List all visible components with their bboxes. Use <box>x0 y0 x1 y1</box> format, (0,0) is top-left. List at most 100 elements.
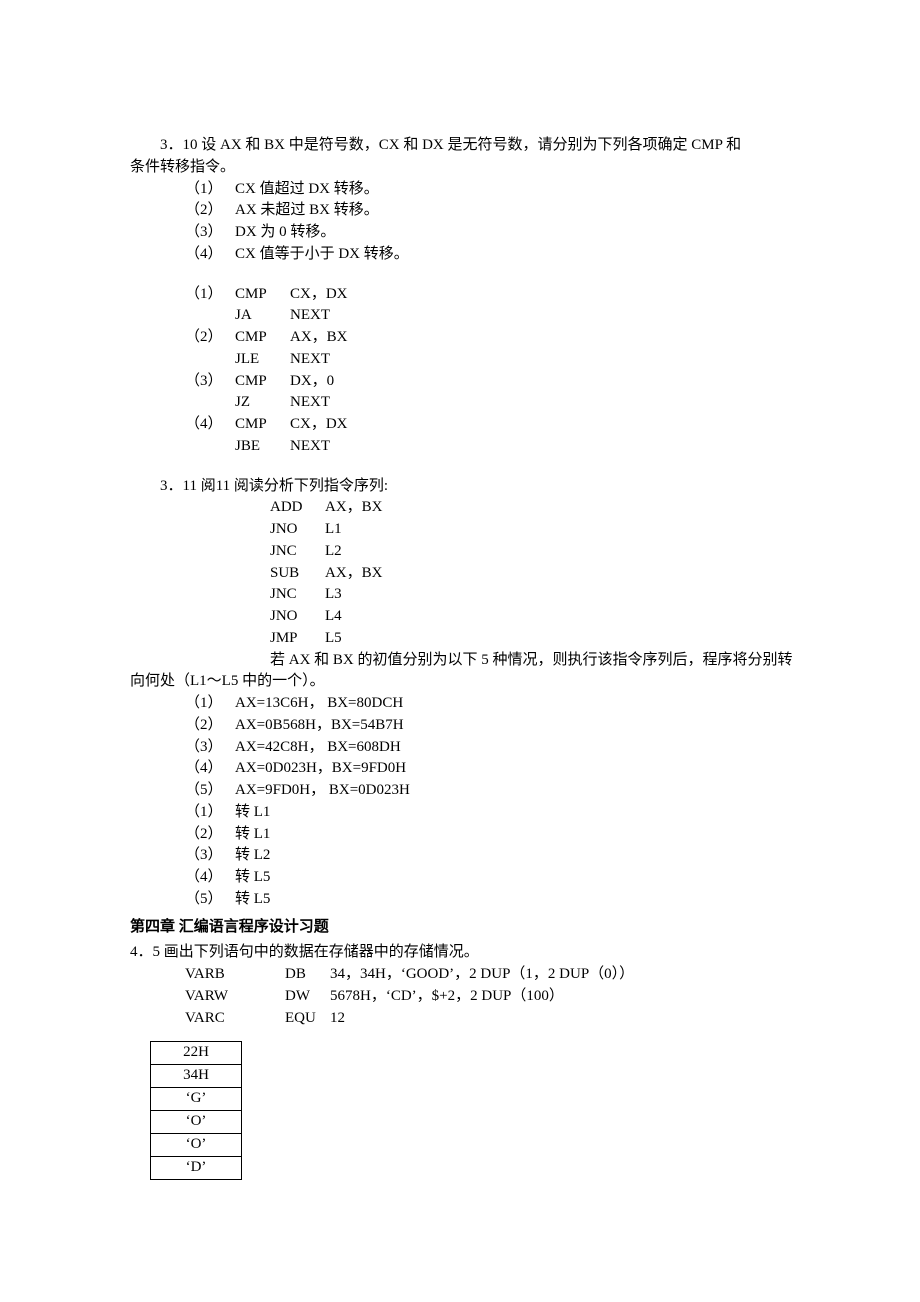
q311-case-5: （5）AX=9FD0H， BX=0D023H <box>90 780 830 802</box>
asm-op: CMP <box>235 284 290 306</box>
decl-args: 12 <box>330 1010 345 1026</box>
asm-arg: AX，BX <box>290 329 348 345</box>
q45-decl-3: VARCEQU12 <box>90 1008 830 1030</box>
q311-heading: 3．11 阅11 阅读分析下列指令序列: <box>90 476 830 498</box>
asm-arg: NEXT <box>290 307 330 323</box>
q310-answer-2-line2: JLENEXT <box>90 349 830 371</box>
q311-case-3: （3）AX=42C8H， BX=608DH <box>90 737 830 759</box>
q45-heading: 4．5 画出下列语句中的数据在存储器中的存储情况。 <box>130 942 830 964</box>
var-name: VARB <box>185 964 285 986</box>
asm-line: JNCL2 <box>90 541 830 563</box>
q310-answer-4-line1: （4）CMPCX，DX <box>90 414 830 436</box>
memory-table: 22H 34H ‘G’ ‘O’ ‘O’ ‘D’ <box>150 1041 242 1180</box>
q310-answer-3-line2: JZNEXT <box>90 392 830 414</box>
asm-arg: L4 <box>325 608 342 624</box>
asm-op: JA <box>235 305 290 327</box>
q311-result-1: （1）转 L1 <box>90 802 830 824</box>
directive: EQU <box>285 1008 330 1030</box>
answer-number: （2） <box>185 327 235 349</box>
item-number: （1） <box>185 179 235 201</box>
asm-arg: NEXT <box>290 394 330 410</box>
chapter4-title: 第四章 汇编语言程序设计习题 <box>130 917 830 939</box>
asm-op: JNO <box>270 606 325 628</box>
q311-result-4: （4）转 L5 <box>90 867 830 889</box>
q310-item-4: （4）CX 值等于小于 DX 转移。 <box>90 244 830 266</box>
q310-prompt-line2: 条件转移指令。 <box>90 157 830 179</box>
item-text: CX 值等于小于 DX 转移。 <box>235 246 409 262</box>
asm-line: JNOL1 <box>90 519 830 541</box>
q311-case-4: （4）AX=0D023H，BX=9FD0H <box>90 758 830 780</box>
asm-op: JNO <box>270 519 325 541</box>
mem-cell: ‘O’ <box>151 1111 242 1134</box>
asm-op: CMP <box>235 371 290 393</box>
answer-number: （4） <box>185 414 235 436</box>
asm-arg: CX，DX <box>290 286 348 302</box>
decl-args: 5678H，‘CD’，$+2，2 DUP（100） <box>330 988 564 1004</box>
q310-answer-2-line1: （2）CMPAX，BX <box>90 327 830 349</box>
mem-cell: 22H <box>151 1042 242 1065</box>
decl-args: 34，34H，‘GOOD’，2 DUP（1，2 DUP（0）） <box>330 966 634 982</box>
item-text: AX=13C6H， BX=80DCH <box>235 695 403 711</box>
item-number: （2） <box>185 824 235 846</box>
asm-line: JMPL5 <box>90 628 830 650</box>
asm-line: JNCL3 <box>90 584 830 606</box>
asm-op: SUB <box>270 563 325 585</box>
mem-cell: 34H <box>151 1065 242 1088</box>
mem-cell: ‘D’ <box>151 1157 242 1180</box>
item-number: （1） <box>185 693 235 715</box>
asm-arg: CX，DX <box>290 416 348 432</box>
directive: DW <box>285 986 330 1008</box>
q311-case-1: （1）AX=13C6H， BX=80DCH <box>90 693 830 715</box>
asm-line: ADDAX，BX <box>90 497 830 519</box>
q45-decl-1: VARBDB34，34H，‘GOOD’，2 DUP（1，2 DUP（0）） <box>90 964 830 986</box>
item-text: 转 L5 <box>235 869 270 885</box>
asm-arg: DX，0 <box>290 373 334 389</box>
asm-arg: AX，BX <box>325 499 383 515</box>
item-number: （5） <box>185 780 235 802</box>
q311-case-2: （2）AX=0B568H，BX=54B7H <box>90 715 830 737</box>
asm-op: JNC <box>270 584 325 606</box>
item-number: （5） <box>185 889 235 911</box>
asm-line: JNOL4 <box>90 606 830 628</box>
asm-arg: L1 <box>325 521 342 537</box>
q311-result-2: （2）转 L1 <box>90 824 830 846</box>
item-number: （1） <box>185 802 235 824</box>
q310-answer-1-line2: JANEXT <box>90 305 830 327</box>
item-text: DX 为 0 转移。 <box>235 224 335 240</box>
directive: DB <box>285 964 330 986</box>
item-text: AX=0D023H，BX=9FD0H <box>235 760 406 776</box>
asm-line: SUBAX，BX <box>90 563 830 585</box>
asm-op: JZ <box>235 392 290 414</box>
var-name: VARW <box>185 986 285 1008</box>
q310-item-1: （1）CX 值超过 DX 转移。 <box>90 179 830 201</box>
item-number: （3） <box>185 222 235 244</box>
q311-result-5: （5）转 L5 <box>90 889 830 911</box>
item-text: AX=9FD0H， BX=0D023H <box>235 782 410 798</box>
item-number: （4） <box>185 244 235 266</box>
asm-arg: AX，BX <box>325 565 383 581</box>
q311-mid-line2: 向何处（L1～L5 中的一个）。 <box>90 671 830 693</box>
item-text: AX=42C8H， BX=608DH <box>235 739 401 755</box>
item-number: （4） <box>185 758 235 780</box>
asm-op: JLE <box>235 349 290 371</box>
q45-decl-2: VARWDW5678H，‘CD’，$+2，2 DUP（100） <box>90 986 830 1008</box>
item-number: （4） <box>185 867 235 889</box>
q310-answer-4-line2: JBENEXT <box>90 436 830 458</box>
item-text: 转 L1 <box>235 804 270 820</box>
item-number: （3） <box>185 845 235 867</box>
asm-arg: NEXT <box>290 351 330 367</box>
asm-op: CMP <box>235 327 290 349</box>
item-text: AX=0B568H，BX=54B7H <box>235 717 404 733</box>
item-text: 转 L2 <box>235 847 270 863</box>
asm-op: JMP <box>270 628 325 650</box>
item-text: 转 L5 <box>235 891 270 907</box>
asm-op: CMP <box>235 414 290 436</box>
q310-prompt-line1: 3．10 设 AX 和 BX 中是符号数，CX 和 DX 是无符号数，请分别为下… <box>90 135 830 157</box>
q311-mid-line1: 若 AX 和 BX 的初值分别为以下 5 种情况，则执行该指令序列后，程序将分别… <box>90 650 830 672</box>
asm-arg: L5 <box>325 630 342 646</box>
q311-result-3: （3）转 L2 <box>90 845 830 867</box>
asm-op: JNC <box>270 541 325 563</box>
answer-number: （1） <box>185 284 235 306</box>
item-number: （3） <box>185 737 235 759</box>
item-text: 转 L1 <box>235 826 270 842</box>
